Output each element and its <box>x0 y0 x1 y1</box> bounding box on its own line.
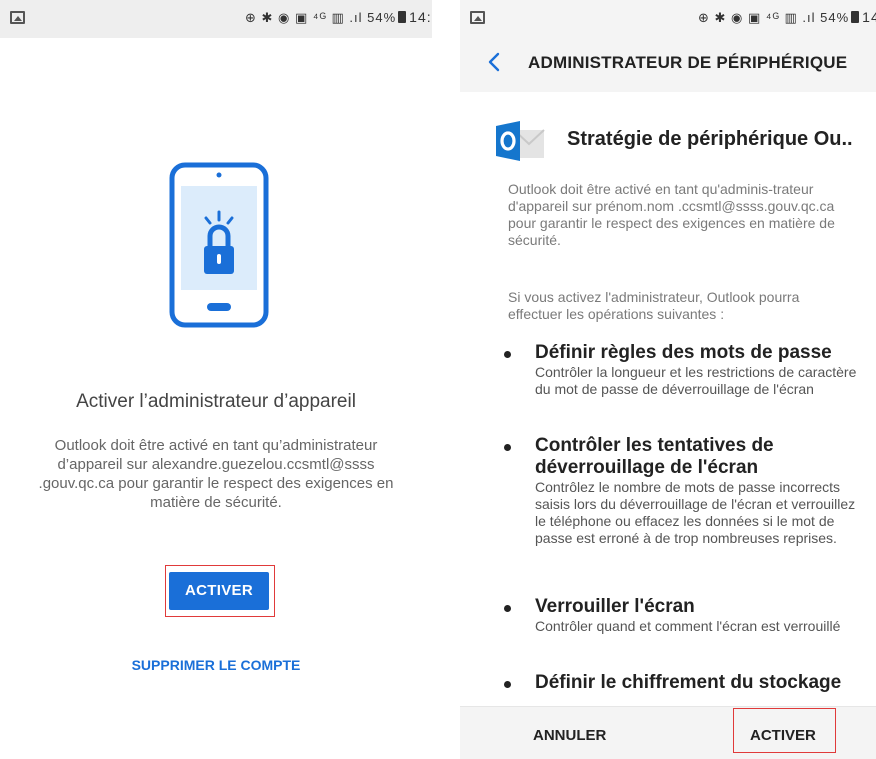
list-item-title: Contrôler les tentatives de déverrouilla… <box>535 435 774 478</box>
app-title: Stratégie de périphérique Ou.. <box>567 128 853 150</box>
status-icons: ⊕ ✱ ◉ ▣ ⁴ᴳ ▥ .ıl 54% 14:59 <box>245 9 432 26</box>
list-item: Définir règles des mots de passe Contrôl… <box>504 342 864 398</box>
activate-button[interactable]: ACTIVER <box>750 727 816 744</box>
activate-button[interactable]: ACTIVER <box>169 572 269 610</box>
policy-lead: Si vous activez l'administrateur, Outloo… <box>508 289 800 322</box>
list-item-description: Contrôler quand et comment l'écran est v… <box>535 618 841 634</box>
back-arrow-icon[interactable] <box>484 50 504 74</box>
battery-icon <box>398 11 407 23</box>
policy-intro: Outlook doit être activé en tant qu'admi… <box>508 181 835 248</box>
status-icons: ⊕ ✱ ◉ ▣ ⁴ᴳ ▥ .ıl 54% 14:59 <box>698 9 876 26</box>
battery-percent: 54% <box>367 10 397 25</box>
right-screen: ⊕ ✱ ◉ ▣ ⁴ᴳ ▥ .ıl 54% 14:59 ADMINISTRATEUR… <box>460 0 876 759</box>
left-screen: ⊕ ✱ ◉ ▣ ⁴ᴳ ▥ .ıl 54% 14:59 Activer l’admi… <box>0 0 432 759</box>
bullet-icon <box>504 681 511 688</box>
battery-icon <box>851 11 860 23</box>
bullet-icon <box>504 351 511 358</box>
status-icons-glyphs: ⊕ ✱ ◉ ▣ ⁴ᴳ ▥ .ıl <box>698 10 816 25</box>
list-item-description: Contrôler la longueur et les restriction… <box>535 364 857 397</box>
status-bar: ⊕ ✱ ◉ ▣ ⁴ᴳ ▥ .ıl 54% 14:59 <box>460 0 876 38</box>
list-item: Contrôler les tentatives de déverrouilla… <box>504 435 864 547</box>
gallery-notification-icon <box>470 11 485 24</box>
list-item-description: Contrôlez le nombre de mots de passe inc… <box>535 479 856 546</box>
admin-title: Activer l’administrateur d’appareil <box>76 391 356 412</box>
outlook-logo-icon <box>496 121 545 161</box>
cancel-button[interactable]: ANNULER <box>533 727 606 744</box>
status-bar: ⊕ ✱ ◉ ▣ ⁴ᴳ ▥ .ıl 54% 14:59 <box>0 0 432 38</box>
clock: 14:59 <box>409 9 432 25</box>
list-item-title: Définir règles des mots de passe <box>535 342 832 363</box>
list-item-title: Verrouiller l'écran <box>535 596 695 617</box>
phone-lock-illustration-icon <box>169 162 269 328</box>
clock: 14:59 <box>862 9 876 25</box>
list-item-title: Définir le chiffrement du stockage <box>535 672 842 693</box>
page-title: ADMINISTRATEUR DE PÉRIPHÉRIQUE <box>528 53 848 72</box>
status-icons-glyphs: ⊕ ✱ ◉ ▣ ⁴ᴳ ▥ .ıl <box>245 10 363 25</box>
gallery-notification-icon <box>10 11 25 24</box>
bullet-icon <box>504 605 511 612</box>
list-item: Verrouiller l'écran Contrôler quand et c… <box>504 596 864 635</box>
bullet-icon <box>504 444 511 451</box>
remove-account-link[interactable]: SUPPRIMER LE COMPTE <box>0 657 432 673</box>
battery-percent: 54% <box>820 10 850 25</box>
list-item: Définir le chiffrement du stockage <box>504 672 864 694</box>
admin-description: Outlook doit être activé en tant qu’admi… <box>38 437 394 511</box>
